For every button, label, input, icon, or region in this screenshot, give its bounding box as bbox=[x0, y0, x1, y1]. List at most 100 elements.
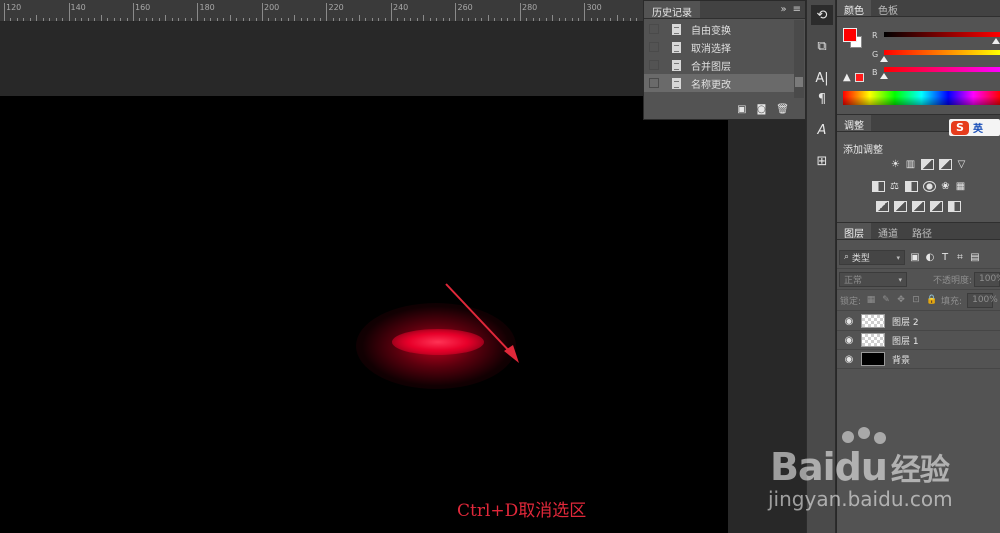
ruler-label: 200 bbox=[264, 3, 280, 12]
snapshot-camera-icon[interactable]: ◙ bbox=[757, 104, 767, 115]
ruler-tick bbox=[404, 18, 405, 21]
tab-swatches[interactable]: 色板 bbox=[871, 0, 905, 17]
tab-color[interactable]: 颜色 bbox=[837, 0, 871, 17]
history-footer: ▣ ◙ 🗑 bbox=[644, 99, 805, 119]
selective-color-icon[interactable] bbox=[930, 201, 943, 212]
invert-icon[interactable] bbox=[876, 201, 889, 212]
ruler-tick bbox=[378, 18, 379, 21]
history-scrollbar[interactable] bbox=[794, 20, 804, 98]
levels-icon[interactable]: ▥ bbox=[906, 159, 916, 170]
layer-row[interactable]: ◉ 背景 bbox=[837, 350, 1000, 369]
ruler-tick bbox=[385, 18, 386, 21]
channel-r-thumb[interactable] bbox=[992, 38, 1000, 44]
paragraph-panel-icon[interactable]: ¶ bbox=[811, 89, 833, 109]
layer-row[interactable]: ◉ 图层 2 bbox=[837, 312, 1000, 331]
blend-mode-value: 正常 bbox=[844, 275, 863, 286]
annotation-text: Ctrl+D取消选区 bbox=[457, 501, 587, 521]
ruler-tick bbox=[630, 18, 631, 21]
ime-toolbar[interactable]: S 英 bbox=[949, 119, 1000, 136]
ruler-tick bbox=[210, 18, 211, 21]
brightness-icon[interactable]: ☀ bbox=[891, 159, 901, 170]
ruler-tick bbox=[468, 18, 469, 21]
foreground-color-swatch[interactable] bbox=[843, 28, 857, 42]
properties-panel-icon[interactable]: ⊞ bbox=[811, 151, 833, 171]
vibrance-icon[interactable]: ▽ bbox=[957, 159, 967, 170]
visibility-eye-icon[interactable]: ◉ bbox=[837, 335, 861, 346]
filter-pixel-icon[interactable]: ▣ bbox=[910, 252, 920, 263]
ruler-tick bbox=[520, 3, 521, 21]
ruler-tick bbox=[365, 18, 366, 21]
channel-g-thumb[interactable] bbox=[880, 56, 888, 62]
filter-shape-icon[interactable]: ⌗ bbox=[955, 252, 965, 263]
threshold-icon[interactable] bbox=[912, 201, 925, 212]
channel-g-slider[interactable] bbox=[884, 50, 1000, 55]
ruler-tick bbox=[275, 18, 276, 21]
add-adjustment-title: 添加调整 bbox=[843, 145, 883, 156]
tab-paths[interactable]: 路径 bbox=[905, 223, 939, 240]
photo-filter-icon[interactable] bbox=[922, 181, 936, 192]
exposure-icon[interactable] bbox=[938, 159, 952, 170]
gamut-warning-icon[interactable]: ▲ bbox=[843, 72, 851, 83]
tab-channels[interactable]: 通道 bbox=[871, 223, 905, 240]
tab-layers[interactable]: 图层 bbox=[837, 223, 871, 240]
channel-b-thumb[interactable] bbox=[880, 73, 888, 79]
tab-history[interactable]: 历史记录 bbox=[644, 1, 700, 19]
color-lookup-icon[interactable]: ▦ bbox=[956, 181, 966, 192]
history-state-item[interactable]: 合并图层 bbox=[644, 56, 794, 74]
history-panel-icon[interactable]: ⟲ bbox=[811, 5, 833, 25]
new-document-from-state-icon[interactable]: ▣ bbox=[737, 104, 746, 115]
glyphs-panel-icon[interactable]: A bbox=[811, 120, 833, 140]
ruler-tick bbox=[4, 3, 5, 21]
history-state-item[interactable]: 名称更改 bbox=[644, 74, 794, 92]
history-brush-source-checkbox[interactable] bbox=[649, 78, 659, 88]
color-balance-icon[interactable]: ⚖ bbox=[890, 181, 900, 192]
panel-menu-icon[interactable]: ≡ bbox=[793, 4, 801, 15]
ruler-tick bbox=[256, 18, 257, 21]
layer-thumbnail bbox=[861, 314, 885, 328]
ruler-tick bbox=[243, 18, 244, 21]
lock-image-icon[interactable]: ✎ bbox=[881, 295, 891, 305]
history-scrollbar-thumb[interactable] bbox=[795, 77, 803, 87]
layer-row[interactable]: ◉ 图层 1 bbox=[837, 331, 1000, 350]
tab-adjustments[interactable]: 调整 bbox=[837, 115, 871, 132]
posterize-icon[interactable] bbox=[894, 201, 907, 212]
blend-mode-select[interactable]: 正常 ▾ bbox=[839, 271, 907, 287]
black-white-icon[interactable] bbox=[904, 181, 918, 192]
color-spectrum-bar[interactable] bbox=[843, 91, 1000, 105]
history-brush-source-checkbox[interactable] bbox=[649, 60, 659, 70]
lock-all-icon[interactable]: 🔒 bbox=[926, 295, 937, 305]
ruler-tick bbox=[333, 18, 334, 21]
lock-position-icon[interactable]: ✥ bbox=[896, 295, 906, 305]
channel-r-slider[interactable] bbox=[884, 32, 1000, 37]
gamut-warning-swatch[interactable] bbox=[855, 73, 864, 82]
visibility-eye-icon[interactable]: ◉ bbox=[837, 354, 861, 365]
history-state-item[interactable]: 自由变换 bbox=[644, 20, 794, 38]
lock-artboard-icon[interactable]: ⊡ bbox=[911, 295, 921, 305]
ruler-tick bbox=[552, 15, 553, 21]
trash-icon[interactable]: 🗑 bbox=[776, 104, 789, 115]
fill-input[interactable]: 100% bbox=[967, 292, 998, 308]
history-brush-source-checkbox[interactable] bbox=[649, 24, 659, 34]
channel-b-slider[interactable] bbox=[884, 67, 1000, 72]
channel-mixer-icon[interactable]: ❀ bbox=[941, 181, 951, 192]
ruler-tick bbox=[17, 18, 18, 21]
hue-saturation-icon[interactable] bbox=[871, 181, 885, 192]
character-panel-icon[interactable]: A| bbox=[811, 68, 833, 88]
history-state-item[interactable]: 取消选择 bbox=[644, 38, 794, 56]
curves-icon[interactable] bbox=[920, 159, 934, 170]
opacity-input[interactable]: 100% bbox=[974, 271, 1000, 287]
collapse-icon[interactable]: » bbox=[780, 4, 786, 15]
ruler-tick bbox=[514, 18, 515, 21]
lock-transparent-icon[interactable]: ▦ bbox=[866, 295, 876, 305]
filter-smart-object-icon[interactable]: ▤ bbox=[970, 252, 980, 263]
clone-source-icon[interactable]: ⧉ bbox=[811, 36, 833, 56]
layer-filter-kind-select[interactable]: ⌕ 类型 ▾ bbox=[839, 249, 905, 265]
filter-adjustment-icon[interactable]: ◐ bbox=[925, 252, 935, 263]
filter-type-icon[interactable]: T bbox=[940, 252, 950, 263]
document-canvas[interactable]: Ctrl+D取消选区 bbox=[0, 96, 728, 533]
ruler-tick bbox=[359, 15, 360, 21]
history-brush-source-checkbox[interactable] bbox=[649, 42, 659, 52]
visibility-eye-icon[interactable]: ◉ bbox=[837, 316, 861, 327]
gradient-map-icon[interactable] bbox=[948, 201, 961, 212]
ruler-tick bbox=[636, 18, 637, 21]
